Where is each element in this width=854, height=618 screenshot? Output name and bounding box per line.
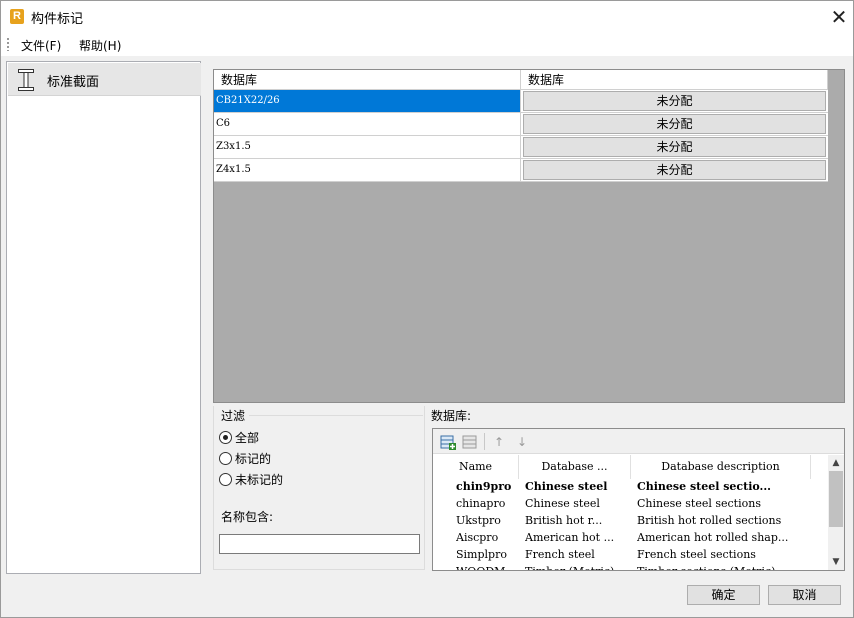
move-down-icon[interactable]: ↓: [514, 434, 530, 450]
grid-row: C6 未分配: [214, 113, 828, 136]
radio-dot: [219, 452, 232, 465]
assign-database-button[interactable]: 未分配: [523, 160, 826, 180]
assign-database-button[interactable]: 未分配: [523, 114, 826, 134]
tree-item-standard-section[interactable]: 标准截面: [8, 63, 201, 96]
radio-dot: [219, 473, 232, 486]
database-scrollbar[interactable]: ▲ ▼: [828, 455, 844, 570]
filter-radio-all[interactable]: 全部: [219, 429, 259, 446]
database-row[interactable]: Aiscpro American hot ... American hot ro…: [433, 529, 828, 546]
db-description-cell: Chinese steel sectio...: [637, 480, 772, 493]
database-row[interactable]: WOODM Timber (Metric) Timber sections (M…: [433, 563, 828, 570]
name-contains-label: 名称包含:: [221, 510, 274, 524]
database-row[interactable]: chinapro Chinese steel Chinese steel sec…: [433, 495, 828, 512]
db-database-cell: Chinese steel: [525, 480, 608, 493]
radio-label: 全部: [235, 431, 260, 445]
grid-value-cell: 未分配: [521, 113, 828, 136]
filter-radio-marked[interactable]: 标记的: [219, 450, 271, 467]
assign-database-button[interactable]: 未分配: [523, 91, 826, 111]
radio-dot: [219, 431, 232, 444]
menu-grip: [7, 38, 9, 51]
filter-title: 过滤: [221, 409, 246, 423]
db-description-cell: Timber sections (Metric): [637, 563, 811, 570]
grid-header: 数据库 数据库: [214, 70, 828, 90]
section-grid: 数据库 数据库 CB21X22/26 未分配 C6 未分配 Z3x1.5 未分配…: [213, 69, 845, 403]
col-header-database[interactable]: Database ...: [519, 455, 631, 479]
grid-name-cell[interactable]: CB21X22/26: [214, 90, 521, 113]
col-header-description[interactable]: Database description: [631, 455, 811, 479]
db-name-cell: WOODM: [456, 563, 518, 570]
cancel-button[interactable]: 取消: [768, 585, 841, 605]
db-description-cell: French steel sections: [637, 548, 756, 561]
db-name-cell: Aiscpro: [456, 531, 499, 544]
add-database-icon[interactable]: [440, 434, 456, 450]
radio-label: 未标记的: [235, 473, 284, 487]
db-name-cell: chinapro: [456, 497, 506, 510]
grid-row: CB21X22/26 未分配: [214, 90, 828, 113]
remove-database-icon[interactable]: [462, 434, 478, 450]
name-contains-input[interactable]: [219, 534, 420, 554]
close-button[interactable]: ✕: [825, 1, 853, 32]
filter-divider: [249, 415, 423, 416]
window-title: 构件标记: [31, 12, 84, 27]
move-up-icon[interactable]: ↑: [491, 434, 507, 450]
grid-value-cell: 未分配: [521, 90, 828, 113]
assign-database-button[interactable]: 未分配: [523, 137, 826, 157]
db-database-cell: British hot r...: [525, 514, 603, 527]
menu-file[interactable]: 文件(F): [21, 37, 61, 54]
filter-radio-unmarked[interactable]: 未标记的: [219, 471, 283, 488]
database-row[interactable]: Simplpro French steel French steel secti…: [433, 546, 828, 563]
ok-button[interactable]: 确定: [687, 585, 760, 605]
i-beam-icon: [18, 69, 34, 91]
grid-name-cell[interactable]: Z4x1.5: [214, 159, 521, 182]
tree-item-label: 标准截面: [47, 75, 100, 90]
database-label: 数据库:: [431, 409, 472, 423]
grid-name-cell[interactable]: C6: [214, 113, 521, 136]
close-icon: ✕: [830, 4, 848, 29]
grid-name-cell[interactable]: Z3x1.5: [214, 136, 521, 159]
title-bar: R 构件标记 ✕: [1, 1, 853, 32]
app-icon: R: [10, 9, 24, 24]
db-name-cell: chin9pro: [456, 480, 512, 493]
section-type-tree: 标准截面: [6, 61, 201, 574]
scroll-thumb[interactable]: [829, 471, 843, 527]
radio-label: 标记的: [235, 452, 272, 466]
grid-row: Z3x1.5 未分配: [214, 136, 828, 159]
db-database-cell: Timber (Metric): [525, 563, 629, 570]
scroll-down-icon[interactable]: ▼: [828, 555, 844, 569]
toolbar-separator: [484, 433, 485, 450]
database-list-panel: ↑ ↓ Name Database ... Database descripti…: [432, 428, 845, 571]
grid-header-name[interactable]: 数据库: [214, 70, 521, 90]
db-description-cell: British hot rolled sections: [637, 514, 782, 527]
db-description-cell: Chinese steel sections: [637, 497, 761, 510]
db-description-cell: American hot rolled shap...: [637, 531, 789, 544]
grid-row: Z4x1.5 未分配: [214, 159, 828, 182]
grid-header-database[interactable]: 数据库: [521, 70, 828, 90]
db-database-cell: Chinese steel: [525, 497, 600, 510]
db-name-cell: Ukstpro: [456, 514, 501, 527]
database-row[interactable]: chin9pro Chinese steel Chinese steel sec…: [433, 478, 828, 495]
grid-value-cell: 未分配: [521, 159, 828, 182]
database-table: Name Database ... Database description c…: [433, 455, 828, 570]
grid-value-cell: 未分配: [521, 136, 828, 159]
db-database-cell: American hot ...: [525, 531, 615, 544]
database-row[interactable]: Ukstpro British hot r... British hot rol…: [433, 512, 828, 529]
db-database-cell: French steel: [525, 548, 595, 561]
col-header-name[interactable]: Name: [433, 455, 519, 479]
menu-bar: 文件(F) 帮助(H): [1, 32, 853, 56]
menu-help[interactable]: 帮助(H): [79, 37, 121, 54]
dialog-window: R 构件标记 ✕ 文件(F) 帮助(H) 标准截面 数据库 数据库 CB21X2…: [0, 0, 854, 618]
database-toolbar: ↑ ↓: [433, 429, 844, 454]
db-name-cell: Simplpro: [456, 548, 507, 561]
scroll-up-icon[interactable]: ▲: [828, 456, 844, 470]
